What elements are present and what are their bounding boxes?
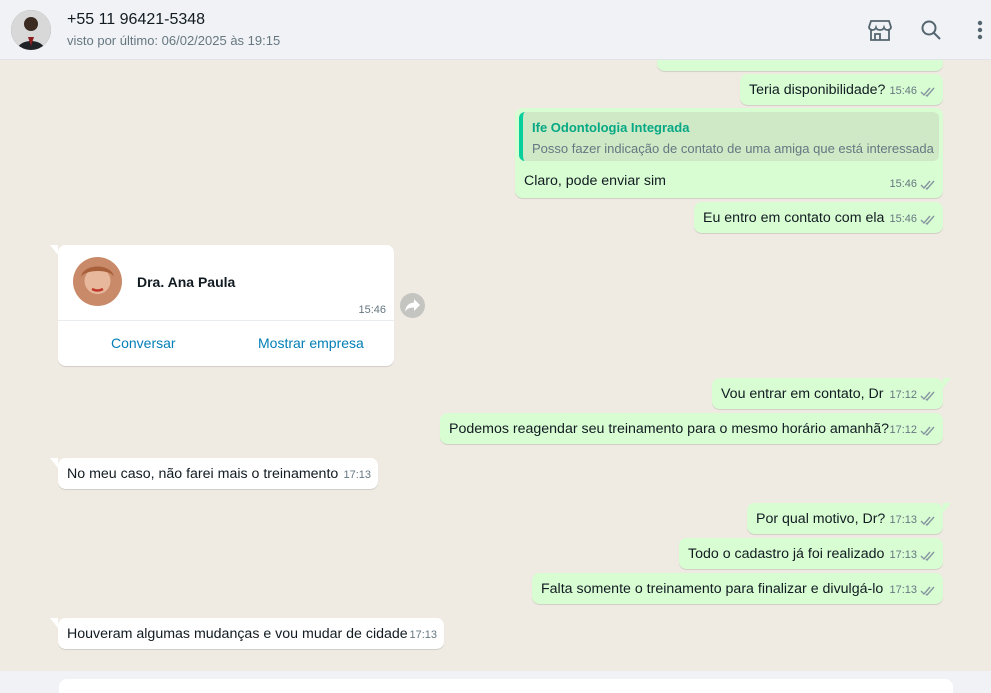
read-ticks-icon <box>920 516 935 526</box>
chat-header: +55 11 96421-5348 visto por último: 06/0… <box>0 0 991 60</box>
card-divider <box>58 320 394 321</box>
message-bubble[interactable]: Podemos reagendar seu treinamento para o… <box>440 413 943 444</box>
read-ticks-icon <box>920 426 935 436</box>
read-ticks-icon <box>920 87 935 97</box>
message-time: 17:13 <box>889 514 917 526</box>
contact-name[interactable]: +55 11 96421-5348 <box>67 11 205 29</box>
message-text: Todo o cadastro já foi realizado <box>688 546 885 562</box>
message-text: Claro, pode enviar sim <box>524 173 666 189</box>
message-bubble[interactable]: Vou entrar em contato, Dr 17:12 <box>712 378 951 409</box>
message-text: Vou entrar em contato, Dr <box>721 386 884 402</box>
message-time: 17:13 <box>343 469 371 481</box>
message-input[interactable] <box>59 679 953 693</box>
read-ticks-icon <box>920 180 935 190</box>
read-ticks-icon <box>920 551 935 561</box>
message-bubble[interactable]: Eu entro em contato com ela 15:46 <box>694 202 943 233</box>
message-meta: 17:12 <box>889 386 936 405</box>
contact-avatar[interactable] <box>11 10 51 50</box>
message-time: 17:13 <box>889 549 917 561</box>
message-time: 17:12 <box>889 389 917 401</box>
message-bubble-reply[interactable]: Ife Odontologia Integrada Posso fazer in… <box>515 108 943 198</box>
bubble-tail <box>50 458 58 468</box>
menu-icon[interactable] <box>967 17 991 43</box>
message-text: Houveram algumas mudanças e vou mudar de… <box>67 626 408 642</box>
message-bubble[interactable]: No meu caso, não farei mais o treinament… <box>50 458 378 489</box>
message-meta: 15:46 <box>889 210 936 229</box>
message-text: Por qual motivo, Dr? <box>756 511 886 527</box>
conversar-button[interactable]: Conversar <box>111 334 176 353</box>
message-text: Falta somente o treinamento para finaliz… <box>541 581 884 597</box>
message-bubble[interactable]: Por qual motivo, Dr? 17:13 <box>747 503 951 534</box>
message-bubble[interactable]: Houveram algumas mudanças e vou mudar de… <box>50 618 444 649</box>
message-text: Teria disponibilidade? <box>749 82 886 98</box>
message-meta: 17:13 <box>889 581 936 600</box>
message-time: 15:46 <box>889 213 917 225</box>
message-meta: 15:46 <box>889 82 936 101</box>
message-meta: 17:13 <box>889 511 936 530</box>
message-text: Eu entro em contato com ela <box>703 210 885 226</box>
message-meta: 17:12 <box>889 421 936 440</box>
bubble-tail <box>943 503 951 513</box>
search-icon[interactable] <box>918 17 944 43</box>
bubble-tail <box>943 378 951 388</box>
message-bubble[interactable]: Falta somente o treinamento para finaliz… <box>532 573 943 604</box>
compose-bar <box>0 671 991 693</box>
read-ticks-icon <box>920 586 935 596</box>
quoted-message[interactable]: Ife Odontologia Integrada Posso fazer in… <box>519 112 939 161</box>
message-text: No meu caso, não farei mais o treinament… <box>67 466 339 482</box>
message-time: 17:13 <box>409 629 437 641</box>
quoted-author: Ife Odontologia Integrada <box>532 120 690 135</box>
read-ticks-icon <box>920 215 935 225</box>
chat-area: 15:46 Teria disponibilidade? 15:46 Ife O… <box>0 60 991 671</box>
bubble-tail <box>50 245 58 255</box>
message-meta: 15:46 <box>889 175 936 194</box>
forward-icon[interactable] <box>400 293 425 318</box>
last-seen-status: visto por último: 06/02/2025 às 19:15 <box>67 33 281 48</box>
store-icon[interactable] <box>867 17 893 43</box>
message-time: 17:13 <box>889 584 917 596</box>
message-time: 15:46 <box>358 304 386 316</box>
message-meta: 17:13 <box>343 466 371 485</box>
mostrar-empresa-button[interactable]: Mostrar empresa <box>258 334 364 353</box>
message-meta: 17:13 <box>889 546 936 565</box>
message-time: 17:12 <box>889 424 917 436</box>
quoted-text: Posso fazer indicação de contato de uma … <box>532 141 934 156</box>
message-bubble[interactable]: Todo o cadastro já foi realizado 17:13 <box>679 538 943 569</box>
message-bubble[interactable]: Teria disponibilidade? 15:46 <box>740 74 943 105</box>
message-time: 15:46 <box>889 178 917 190</box>
contact-card[interactable]: Dra. Ana Paula 15:46 Conversar Mostrar e… <box>50 245 394 366</box>
message-meta: 17:13 <box>409 626 437 645</box>
message-text: Podemos reagendar seu treinamento para o… <box>449 421 890 437</box>
shared-contact-name: Dra. Ana Paula <box>137 274 236 290</box>
shared-contact-avatar[interactable] <box>73 257 122 306</box>
message-time: 15:46 <box>889 85 917 97</box>
message-bubble-partial[interactable]: 15:46 <box>657 60 943 71</box>
bubble-tail <box>50 618 58 628</box>
read-ticks-icon <box>920 391 935 401</box>
